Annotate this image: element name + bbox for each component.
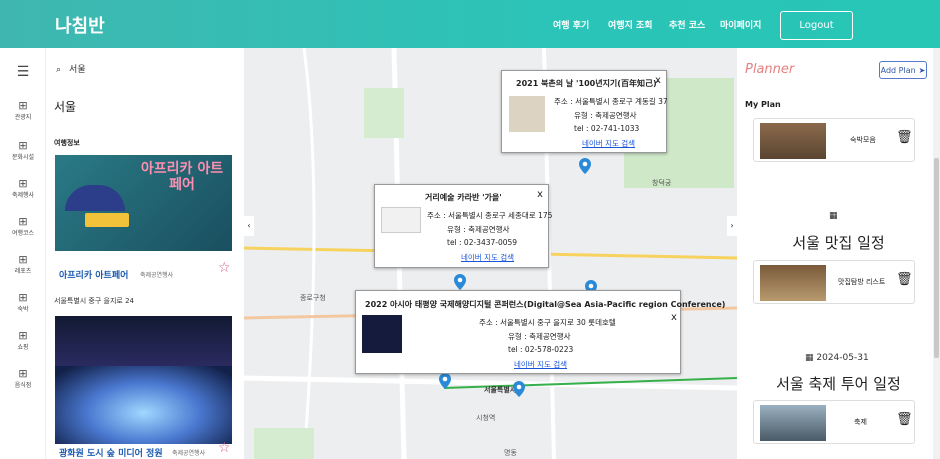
- close-icon[interactable]: x: [537, 189, 543, 200]
- grid-icon: ⊞: [18, 215, 28, 228]
- nav-search-places[interactable]: 여행지 조회: [608, 18, 653, 31]
- popup-map-link[interactable]: 네이버 지도 검색: [461, 252, 514, 263]
- map-marker-icon[interactable]: [454, 274, 466, 290]
- category-leports[interactable]: ⊞ 레포츠: [0, 253, 46, 276]
- plan-section-title: 서울 축제 투어 일정: [776, 375, 901, 393]
- popup-map-link[interactable]: 네이버 지도 검색: [582, 138, 635, 149]
- map-label: 시청역: [476, 414, 496, 422]
- category-shopping[interactable]: ⊞ 쇼핑: [0, 329, 46, 352]
- brand-logo[interactable]: 나침반: [55, 12, 105, 38]
- planner-panel: Planner Add Plan ➤ My Plan 숙박모음 🗑 ▦ 서울 맛집…: [737, 48, 940, 459]
- popup-tel: tel : 02-3437-0059: [447, 238, 518, 247]
- map-view[interactable]: 종로구청 서울특별시청 시청역 창덕궁 명동 ‹ › 2021 북촌의 날 '1…: [244, 48, 737, 459]
- category-restaurant[interactable]: ⊞ 음식점: [0, 367, 46, 390]
- popup-map-link[interactable]: 네이버 지도 검색: [514, 359, 567, 370]
- plan-card[interactable]: 맛집탐방 리스트 🗑: [753, 260, 915, 304]
- hamburger-icon[interactable]: ☰: [0, 64, 46, 80]
- plan-thumbnail: [760, 405, 826, 441]
- map-marker-icon[interactable]: [439, 373, 451, 389]
- category-festival[interactable]: ⊞ 축제행사: [0, 177, 46, 200]
- result-image[interactable]: 아프리카 아트페어: [55, 155, 232, 251]
- grid-icon: ⊞: [18, 329, 28, 342]
- favorite-star-icon[interactable]: ☆: [218, 440, 231, 456]
- plan-thumbnail: [760, 265, 826, 301]
- calendar-icon: ▦: [829, 211, 838, 221]
- popup-title: 2022 아시아 태평양 국제해양디지털 콘퍼런스(Digital@Sea As…: [365, 300, 726, 309]
- trash-icon[interactable]: 🗑: [896, 272, 913, 287]
- result-title[interactable]: 아프리카 아트페어: [59, 268, 128, 281]
- grid-icon: ⊞: [18, 253, 28, 266]
- popup-address: 주소 : 서울특별시 중구 을지로 30 롯데호텔: [479, 318, 616, 327]
- popup-thumbnail: [381, 207, 421, 233]
- nav-mypage[interactable]: 마이페이지: [720, 18, 761, 31]
- popup-thumbnail: [509, 96, 545, 132]
- region-title: 서울: [54, 100, 77, 114]
- popup-type: 유형 : 축제공연행사: [574, 111, 637, 120]
- grid-icon: ⊞: [18, 291, 28, 304]
- section-label: 여행정보: [54, 139, 80, 147]
- grid-icon: ⊞: [18, 139, 28, 152]
- popup-address: 주소 : 서울특별시 종로구 계동길 37: [554, 97, 668, 106]
- nav-reviews[interactable]: 여행 후기: [553, 18, 589, 31]
- top-header: 나침반 여행 후기 여행지 조회 추천 코스 마이페이지 Logout: [0, 0, 940, 48]
- plan-thumbnail: [760, 123, 826, 159]
- favorite-star-icon[interactable]: ☆: [218, 260, 231, 276]
- info-popup: 2021 북촌의 날 '100년지기(百年知己)' x 주소 : 서울특별시 종…: [501, 70, 668, 153]
- info-popup: 거리예술 카라반 '가을' x 주소 : 서울특별시 종로구 세종대로 175 …: [374, 184, 553, 268]
- result-type: 축제공연행사: [140, 272, 174, 279]
- grid-icon: ⊞: [18, 367, 28, 380]
- info-popup: 2022 아시아 태평양 국제해양디지털 콘퍼런스(Digital@Sea As…: [355, 290, 725, 374]
- plan-card[interactable]: 축제 🗑: [753, 400, 915, 444]
- result-image[interactable]: [55, 316, 232, 444]
- popup-type: 유형 : 축제공연행사: [508, 332, 571, 341]
- map-label: 창덕궁: [652, 179, 672, 187]
- popup-tel: tel : 02-578-0223: [508, 345, 574, 354]
- map-marker-icon[interactable]: [579, 158, 591, 174]
- search-input[interactable]: ⌕ 서울: [56, 62, 86, 75]
- result-type: 축제공연행사: [172, 450, 206, 457]
- category-culture[interactable]: ⊞ 문화시설: [0, 139, 46, 162]
- scrollbar[interactable]: [933, 48, 940, 459]
- map-label: 종로구청: [300, 294, 326, 302]
- category-lodging[interactable]: ⊞ 숙박: [0, 291, 46, 314]
- poster-text: 아프리카 아트페어: [140, 161, 224, 193]
- plan-date: ▦ 2024-05-31: [805, 353, 869, 363]
- grid-icon: ⊞: [18, 177, 28, 190]
- plan-card[interactable]: 숙박모음 🗑: [753, 118, 915, 162]
- trash-icon[interactable]: 🗑: [896, 412, 913, 427]
- popup-address: 주소 : 서울특별시 종로구 세종대로 175: [427, 211, 553, 220]
- planner-title: Planner: [745, 62, 795, 77]
- send-icon: ➤: [918, 65, 926, 75]
- popup-title: 2021 북촌의 날 '100년지기(百年知己)': [516, 79, 660, 88]
- map-pan-left-icon[interactable]: ‹: [244, 216, 254, 236]
- close-icon[interactable]: x: [671, 312, 677, 323]
- grid-icon: ⊞: [18, 99, 28, 112]
- map-marker-icon[interactable]: [513, 381, 525, 397]
- my-plan-label: My Plan: [745, 100, 781, 109]
- plan-section-title: 서울 맛집 일정: [792, 234, 885, 252]
- result-address: 서울특별시 중구 을지로 24: [54, 297, 134, 305]
- results-panel: ⌕ 서울 서울 여행정보 아프리카 아트페어 아프리카 아트페어 축제공연행사 ☆…: [46, 48, 244, 459]
- map-pan-right-icon[interactable]: ›: [727, 216, 737, 236]
- nav-recommended-course[interactable]: 추천 코스: [669, 18, 705, 31]
- category-course[interactable]: ⊞ 여행코스: [0, 215, 46, 238]
- close-icon[interactable]: x: [655, 75, 661, 86]
- popup-type: 유형 : 축제공연행사: [447, 225, 510, 234]
- plan-card-label: 맛집탐방 리스트: [838, 278, 886, 286]
- category-attractions[interactable]: ⊞ 관광지: [0, 99, 46, 122]
- popup-tel: tel : 02-741-1033: [574, 124, 640, 133]
- calendar-icon: ▦: [805, 353, 817, 363]
- trash-icon[interactable]: 🗑: [896, 130, 913, 145]
- plan-card-label: 축제: [854, 418, 867, 426]
- popup-title: 거리예술 카라반 '가을': [425, 193, 502, 202]
- result-title[interactable]: 광화원 도시 숲 미디어 정원: [59, 446, 163, 459]
- search-icon: ⌕: [56, 65, 62, 75]
- map-label: 명동: [504, 449, 517, 457]
- plan-card-label: 숙박모음: [850, 136, 876, 144]
- add-plan-button[interactable]: Add Plan ➤: [879, 61, 927, 79]
- logout-button[interactable]: Logout: [780, 11, 853, 40]
- popup-thumbnail: [362, 315, 402, 353]
- category-iconbar: ☰ ⊞ 관광지 ⊞ 문화시설 ⊞ 축제행사 ⊞ 여행코스 ⊞ 레포츠 ⊞ 숙박 ⊞ 쇼핑 ⊞ 음…: [0, 48, 46, 459]
